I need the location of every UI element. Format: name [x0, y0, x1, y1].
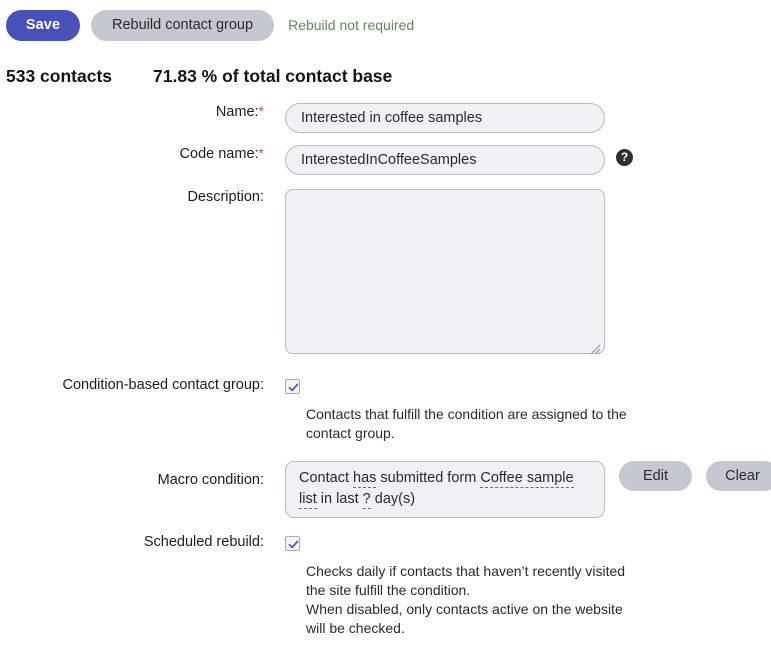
condition-based-label: Condition-based contact group: — [62, 377, 264, 393]
macro-text-2: submitted form — [376, 470, 481, 486]
scheduled-rebuild-hint: Checks daily if contacts that haven’t re… — [285, 562, 636, 638]
form-row-name: Name:* — [0, 103, 771, 133]
condition-based-field-cell — [264, 377, 771, 394]
name-label-cell: Name:* — [0, 103, 264, 120]
edit-condition-button[interactable]: Edit — [619, 461, 692, 491]
scheduled-rebuild-hint-row: Checks daily if contacts that haven’t re… — [0, 562, 771, 638]
scheduled-rebuild-checkbox[interactable] — [285, 536, 300, 551]
macro-token-days[interactable]: ? — [362, 491, 371, 509]
description-label: Description: — [187, 189, 264, 205]
code-name-field-cell: ? — [264, 145, 771, 175]
macro-text-1: Contact — [299, 470, 353, 486]
macro-condition-box[interactable]: Contact has submitted form Coffee sample… — [285, 461, 605, 518]
name-field-cell — [264, 103, 771, 133]
condition-based-hint-cell: Contacts that fulfill the condition are … — [264, 405, 771, 443]
rebuild-contact-group-button[interactable]: Rebuild contact group — [91, 9, 275, 41]
description-label-cell: Description: — [0, 189, 264, 205]
contacts-count: 533 contacts — [6, 65, 113, 86]
scheduled-rebuild-hint-cell: Checks daily if contacts that haven’t re… — [264, 562, 771, 638]
contact-group-form: Name:* Code name:* ? Description: — [0, 103, 771, 638]
macro-token-operator[interactable]: has — [353, 470, 377, 488]
macro-condition-field-cell: Contact has submitted form Coffee sample… — [264, 461, 771, 518]
name-label: Name: — [215, 104, 259, 120]
checkmark-icon — [288, 383, 299, 392]
toolbar: Save Rebuild contact group Rebuild not r… — [0, 9, 771, 41]
scheduled-rebuild-label: Scheduled rebuild: — [143, 534, 264, 550]
rebuild-status-text: Rebuild not required — [288, 17, 415, 33]
condition-based-hint: Contacts that fulfill the condition are … — [306, 406, 627, 441]
question-mark-icon[interactable]: ? — [616, 149, 633, 166]
form-row-macro-condition: Macro condition: Contact has submitted f… — [0, 461, 771, 518]
scheduled-rebuild-hint-line-1: Checks daily if contacts that haven’t re… — [306, 563, 626, 598]
description-wrapper — [285, 189, 605, 359]
form-row-scheduled-rebuild: Scheduled rebuild: — [0, 534, 771, 551]
condition-based-label-cell: Condition-based contact group: — [0, 377, 264, 393]
form-row-description: Description: — [0, 189, 771, 359]
scheduled-rebuild-field-cell — [264, 534, 771, 551]
description-field-cell — [264, 189, 771, 359]
code-name-label-cell: Code name:* — [0, 145, 264, 162]
description-textarea[interactable] — [285, 189, 605, 354]
contacts-percentage: 71.83 % of total contact base — [153, 65, 393, 86]
condition-based-checkbox[interactable] — [285, 379, 300, 394]
summary-bar: 533 contacts 71.83 % of total contact ba… — [0, 62, 771, 90]
form-row-code-name: Code name:* ? — [0, 145, 771, 175]
save-button[interactable]: Save — [6, 9, 80, 41]
name-input[interactable] — [285, 103, 605, 133]
condition-based-hint-row: Contacts that fulfill the condition are … — [0, 405, 771, 443]
scheduled-rebuild-hint-line-2: When disabled, only contacts active on t… — [306, 601, 623, 636]
macro-text-4: day(s) — [370, 491, 416, 507]
macro-condition-label-cell: Macro condition: — [0, 461, 264, 488]
clear-condition-button[interactable]: Clear — [706, 461, 771, 491]
macro-text-3: in last — [316, 491, 363, 507]
checkmark-icon — [288, 540, 299, 549]
macro-condition-label: Macro condition: — [157, 472, 264, 488]
code-name-input[interactable] — [285, 145, 605, 175]
scheduled-rebuild-label-cell: Scheduled rebuild: — [0, 534, 264, 550]
form-row-condition-based: Condition-based contact group: — [0, 377, 771, 394]
code-name-label: Code name: — [179, 146, 259, 162]
